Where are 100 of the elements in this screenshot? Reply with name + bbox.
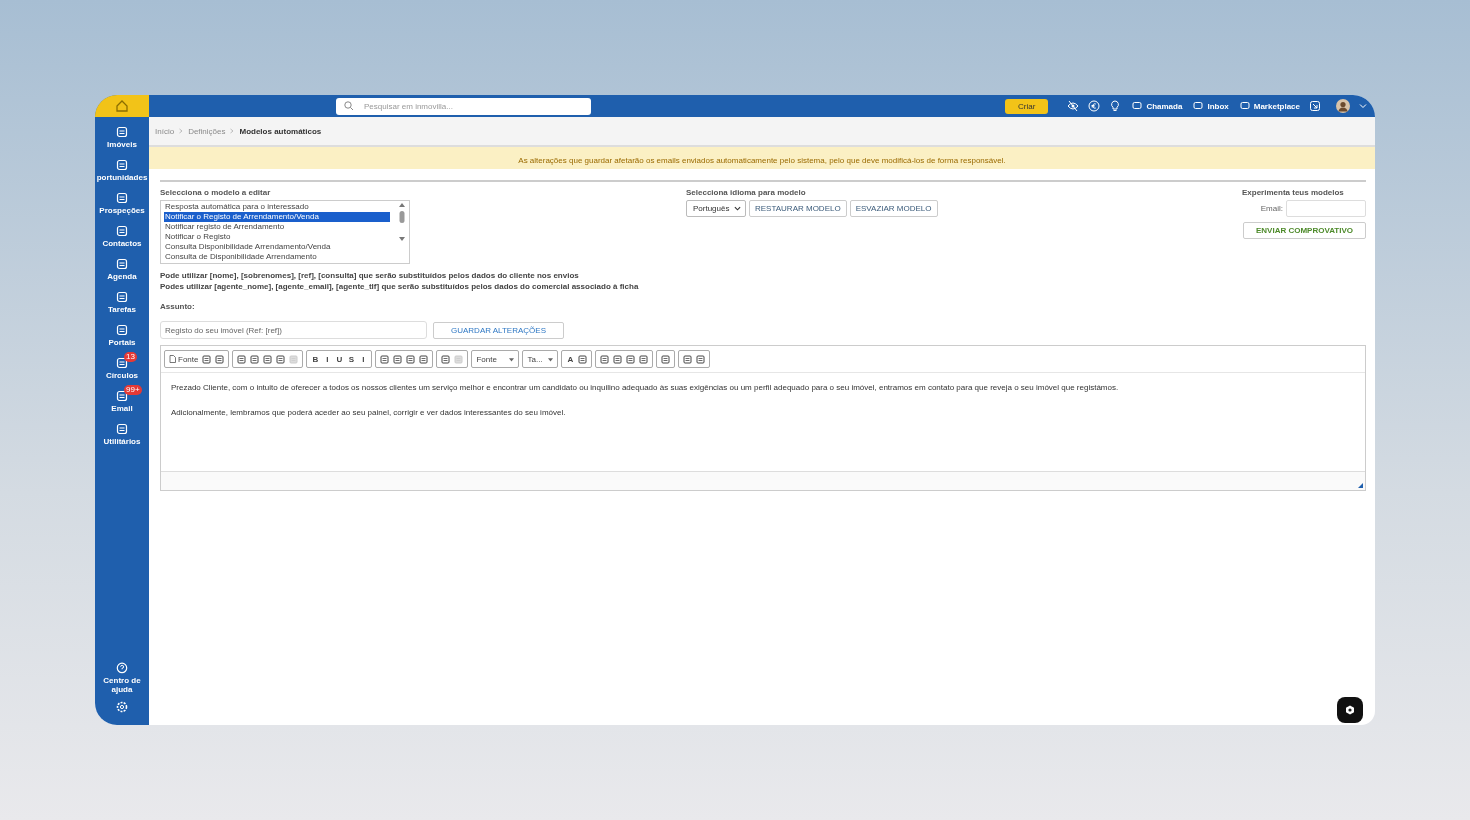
format-button[interactable]: I bbox=[323, 354, 332, 364]
sidebar-item[interactable]: Centro de ajuda bbox=[95, 662, 149, 695]
section-title: Experimenta teus modelos bbox=[1242, 188, 1344, 197]
list-option[interactable]: Notificar o Registo de Arrendamento/Venda bbox=[164, 212, 390, 222]
menu-item-icon bbox=[116, 224, 128, 237]
search-icon bbox=[344, 101, 354, 111]
list-option[interactable]: Resposta automática para o interessado bbox=[164, 202, 390, 212]
field-label: Assunto: bbox=[160, 302, 196, 311]
subject-field[interactable]: Registo do seu imóvel (Ref: [ref]) bbox=[160, 321, 427, 339]
breadcrumb-link[interactable]: Definições bbox=[188, 126, 226, 136]
toolbar-icon[interactable] bbox=[441, 354, 451, 364]
euro-icon[interactable] bbox=[1088, 100, 1101, 112]
toolbar-icon[interactable] bbox=[661, 354, 671, 364]
chevron-icon bbox=[229, 128, 236, 134]
toolbar-icon[interactable] bbox=[696, 354, 706, 364]
menu-item-icon bbox=[116, 257, 128, 270]
action-icon bbox=[1193, 101, 1204, 111]
caret-icon bbox=[509, 356, 515, 362]
caret-icon[interactable] bbox=[1359, 102, 1367, 110]
email-paragraph: Prezado Cliente, com o intuito de oferecer a todos os nossos clientes um serviço melhor e encontrar um candidato ou inquilino adequado às suas exigências ou um perfil adequado para o seu imóvel, entramos em contato para que reveja o seu imóvel que registámos. bbox=[171, 383, 1120, 392]
caret-icon bbox=[548, 356, 554, 362]
toolbar-icon[interactable] bbox=[613, 354, 623, 364]
toolbar-link[interactable]: Marketplace bbox=[1239, 101, 1300, 111]
sidebar-item[interactable]: 13 Círculos bbox=[95, 352, 149, 385]
format-button[interactable]: I bbox=[359, 354, 368, 364]
hexagon-icon bbox=[1345, 705, 1355, 715]
action-icon bbox=[1239, 101, 1250, 111]
toolbar-icon[interactable] bbox=[406, 354, 416, 364]
toolbar-link[interactable]: Inbox bbox=[1193, 101, 1229, 111]
email-paragraph: Adicionalmente, lembramos que poderá aceder ao seu painel, corrigir e ver dados interessantes do seu imóvel. bbox=[171, 408, 567, 417]
toolbar-icon[interactable] bbox=[276, 354, 286, 364]
toolbar-icon[interactable] bbox=[250, 354, 260, 364]
notice-text: As alterações que guardar afetarão os emails enviados automaticamente pelo sistema, pelo que deve modificá-los de forma responsável. bbox=[518, 156, 1006, 165]
toolbar-icon[interactable] bbox=[600, 354, 610, 364]
resize-handle-icon[interactable] bbox=[1358, 483, 1363, 488]
toolbar-icon[interactable] bbox=[215, 354, 225, 364]
hint-text: Pode utilizar [nome], [sobrenomes], [ref], [consulta] que serão substituídos pelos dados do cliente nos envios bbox=[160, 270, 580, 281]
sidebar-item[interactable]: 99+ Email bbox=[95, 385, 149, 418]
menu-item-icon bbox=[116, 389, 128, 402]
field-label: Email: bbox=[1260, 204, 1283, 213]
field-label: Selecciona o modelo a editar bbox=[160, 188, 272, 197]
menu-item-icon bbox=[116, 191, 128, 204]
eye-off-icon[interactable] bbox=[1067, 100, 1080, 112]
menu-item-icon bbox=[116, 290, 128, 303]
breadcrumb-link[interactable]: Início bbox=[155, 126, 175, 136]
sidebar-item[interactable]: Tarefas bbox=[95, 286, 149, 319]
lightbulb-icon[interactable] bbox=[1109, 100, 1122, 112]
list-option[interactable]: Notificar o Registo bbox=[164, 232, 390, 242]
toolbar-icon[interactable] bbox=[202, 354, 212, 364]
save-button[interactable]: GUARDAR ALTERAÇÕES bbox=[433, 321, 564, 339]
toolbar-icon[interactable] bbox=[639, 354, 649, 364]
toolbar-icon[interactable] bbox=[237, 354, 247, 364]
format-button[interactable]: S bbox=[347, 354, 356, 364]
toolbar-link[interactable]: Chamada bbox=[1132, 101, 1183, 111]
toolbar-icon[interactable] bbox=[578, 354, 588, 364]
chat-button[interactable] bbox=[1337, 697, 1363, 723]
list-option[interactable]: Notificar registo de Arrendamento bbox=[164, 222, 390, 232]
template-listbox[interactable] bbox=[160, 200, 410, 264]
language-select[interactable]: Português bbox=[686, 200, 746, 217]
sidebar-item[interactable]: Contactos bbox=[95, 220, 149, 253]
sidebar-item[interactable]: Portais bbox=[95, 319, 149, 352]
format-button[interactable]: U bbox=[335, 354, 344, 364]
caret-icon bbox=[734, 205, 741, 212]
chevron-icon bbox=[178, 128, 185, 134]
avatar-icon[interactable] bbox=[1336, 99, 1350, 113]
scrollbar-drawing[interactable] bbox=[398, 202, 406, 242]
menu-item-icon bbox=[116, 422, 128, 435]
menu-item-icon bbox=[116, 125, 128, 138]
exit-icon[interactable] bbox=[1309, 100, 1321, 112]
toolbar-icon[interactable] bbox=[393, 354, 403, 364]
format-button[interactable]: B bbox=[311, 354, 320, 364]
list-option[interactable]: Consulta de Disponibilidade Arrendamento bbox=[164, 252, 390, 262]
sidebar-item[interactable]: Agenda bbox=[95, 253, 149, 286]
create-button[interactable]: Criar bbox=[1005, 98, 1049, 114]
list-option[interactable]: Consulta Disponibilidade Arrendamento/Venda bbox=[164, 242, 390, 252]
menu-item-icon bbox=[116, 356, 128, 369]
send-button[interactable]: ENVIAR COMPROVATIVO bbox=[1242, 222, 1366, 239]
breadcrumb-link[interactable]: Modelos automáticos bbox=[239, 126, 322, 136]
search-field[interactable]: Pesquisar em inmovilla... bbox=[336, 97, 591, 115]
hint-text: Podes utilizar [agente_nome], [agente_email], [agente_tlf] que serão substituídos pelos dados do comercial associado à ficha bbox=[160, 281, 640, 292]
action-icon bbox=[1132, 101, 1143, 111]
toolbar-icon[interactable] bbox=[683, 354, 693, 364]
settings-icon[interactable] bbox=[116, 701, 128, 713]
toolbar-icon[interactable] bbox=[380, 354, 390, 364]
document-icon bbox=[169, 355, 176, 363]
toolbar-icon[interactable] bbox=[626, 354, 636, 364]
toolbar-icon[interactable] bbox=[263, 354, 273, 364]
help-icon bbox=[116, 662, 128, 674]
menu-item-icon bbox=[116, 323, 128, 336]
sidebar-item[interactable]: Prospeções bbox=[95, 187, 149, 220]
template-button[interactable]: RESTAURAR MODELO bbox=[749, 200, 847, 217]
toolbar-icon[interactable] bbox=[419, 354, 429, 364]
template-button[interactable]: ESVAZIAR MODELO bbox=[849, 200, 938, 217]
sidebar-item[interactable]: Utilitários bbox=[95, 418, 149, 451]
sidebar-item[interactable]: portunidades bbox=[95, 154, 149, 187]
format-button[interactable]: A bbox=[566, 354, 575, 364]
field-label: Selecciona idioma para modelo bbox=[686, 188, 807, 197]
sidebar-item[interactable]: Imóveis bbox=[95, 121, 149, 154]
menu-item-icon bbox=[116, 158, 128, 171]
email-field[interactable] bbox=[1286, 200, 1366, 217]
